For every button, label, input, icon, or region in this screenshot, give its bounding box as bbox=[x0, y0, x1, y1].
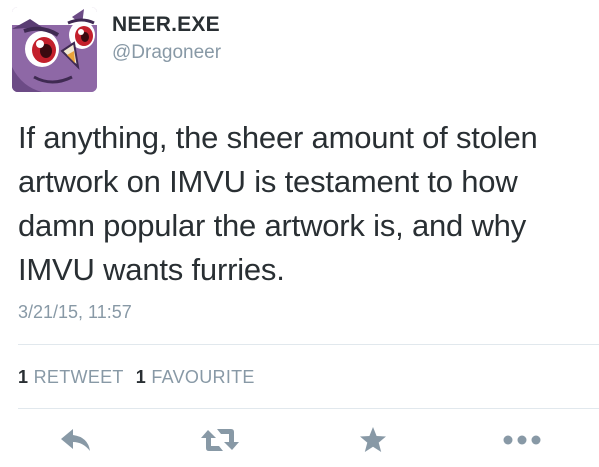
reply-icon bbox=[61, 429, 90, 451]
divider bbox=[18, 408, 599, 409]
favourite-label: FAVOURITE bbox=[151, 367, 255, 387]
display-name[interactable]: NEER.EXE bbox=[112, 13, 220, 37]
retweet-label: RETWEET bbox=[33, 367, 124, 387]
retweet-icon bbox=[201, 429, 239, 451]
tweet-text: If anything, the sheer amount of stolen … bbox=[18, 120, 538, 287]
favourite-count: 1 bbox=[135, 367, 147, 387]
action-bar bbox=[0, 420, 599, 460]
tweet-timestamp[interactable]: 3/21/15, 11:57 bbox=[18, 302, 132, 323]
more-button[interactable] bbox=[500, 420, 544, 460]
tweet-stats: 1 RETWEET 1 FAVOURITE bbox=[18, 367, 267, 388]
avatar[interactable] bbox=[12, 7, 97, 92]
retweet-count: 1 bbox=[18, 367, 29, 387]
avatar-image bbox=[12, 7, 97, 92]
favorite-button[interactable] bbox=[351, 420, 395, 460]
retweet-stat[interactable]: 1 RETWEET bbox=[18, 367, 124, 387]
favorite-icon bbox=[360, 427, 386, 452]
retweet-button[interactable] bbox=[198, 420, 242, 460]
favourite-stat[interactable]: 1 FAVOURITE bbox=[136, 367, 255, 387]
more-icon bbox=[503, 435, 541, 445]
user-handle[interactable]: @Dragoneer bbox=[112, 42, 221, 64]
divider bbox=[18, 344, 599, 345]
reply-button[interactable] bbox=[54, 420, 98, 460]
tweet-card: NEER.EXE @Dragoneer If anything, the she… bbox=[0, 0, 599, 467]
